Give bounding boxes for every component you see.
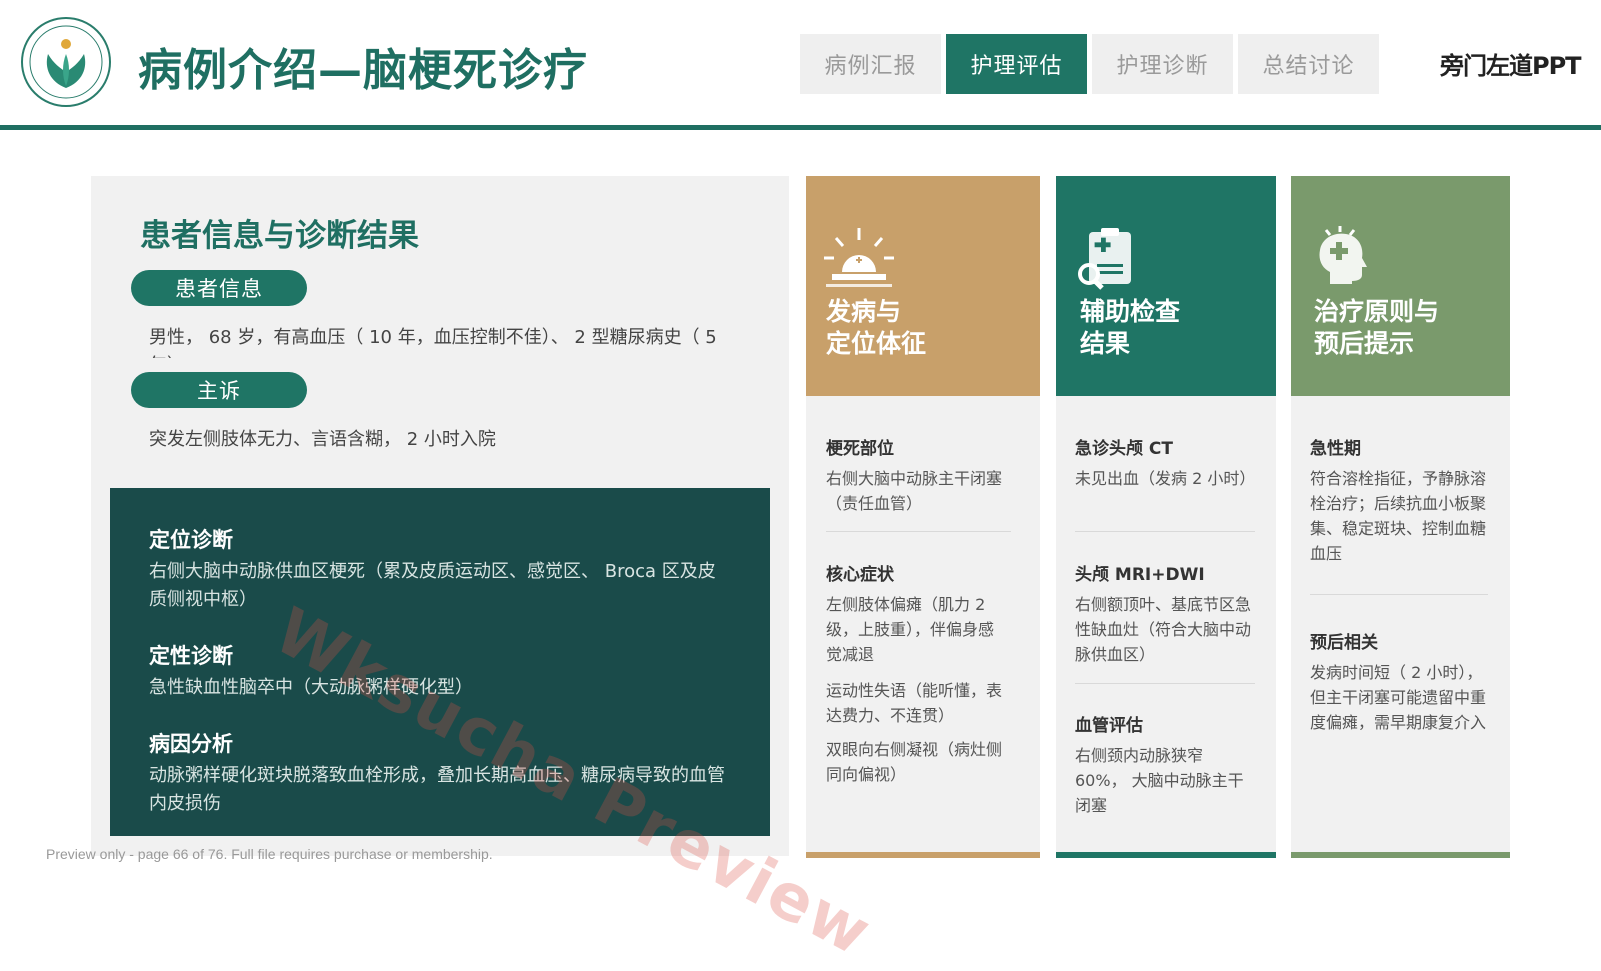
brain-head-icon bbox=[1310, 224, 1374, 292]
aux-exam-title-line2: 结果 bbox=[1080, 329, 1131, 358]
emergency-ct-heading: 急诊头颅 CT bbox=[1075, 439, 1173, 459]
vascular-assessment-text: 右侧颈内动脉狭窄 60%， 大脑中动脉主干闭塞 bbox=[1075, 746, 1244, 815]
treatment-card-body bbox=[1291, 396, 1510, 852]
nav-tabs: 病例汇报 护理评估 护理诊断 总结讨论 bbox=[800, 34, 1379, 94]
divider bbox=[1075, 531, 1255, 532]
chief-complaint-text: 突发左侧肢体无力、言语含糊， 2 小时入院 bbox=[149, 429, 496, 450]
prognosis-text: 发病时间短（ 2 小时）， 但主干闭塞可能遗留中重度偏瘫，需早期康复介入 bbox=[1310, 663, 1487, 732]
treatment-title: 治疗原则与 预后提示 bbox=[1314, 296, 1439, 360]
localization-diagnosis-text: 右侧大脑中动脉供血区梗死（累及皮质运动区、感觉区、 Broca 区及皮质侧视中枢… bbox=[149, 561, 716, 610]
aux-exam-title: 辅助检查 结果 bbox=[1080, 296, 1180, 360]
core-symptoms-heading: 核心症状 bbox=[826, 565, 894, 585]
acute-phase-heading: 急性期 bbox=[1310, 439, 1361, 459]
core-symptom-1: 左侧肢体偏瘫（肌力 2 级，上肢重），伴偏身感觉减退 bbox=[826, 595, 995, 664]
chief-complaint-label: 主诉 bbox=[131, 372, 307, 408]
divider bbox=[1075, 683, 1255, 684]
patient-info-text: 男性， 68 岁，有高血压（ 10 年，血压控制不佳）、 2 型糖尿病史（ 5 … bbox=[149, 327, 717, 358]
acute-phase-text: 符合溶栓指征，予静脉溶栓治疗；后续抗血小板聚集、稳定斑块、控制血糖血压 bbox=[1310, 469, 1487, 563]
onset-signs-title: 发病与 定位体征 bbox=[826, 296, 926, 360]
onset-signs-title-line2: 定位体征 bbox=[826, 329, 927, 358]
mri-dwi-text: 右侧额顶叶、基底节区急性缺血灶（符合大脑中动脉供血区） bbox=[1075, 595, 1252, 664]
etiology-heading: 病因分析 bbox=[149, 732, 233, 756]
divider bbox=[826, 531, 1011, 532]
infarct-site-text: 右侧大脑中动脉主干闭塞（责任血管） bbox=[826, 469, 1003, 513]
aux-exam-title-line1: 辅助检查 bbox=[1080, 297, 1181, 326]
core-symptom-2: 运动性失语（能听懂，表达费力、不连贯） bbox=[826, 681, 1003, 725]
treatment-title-line2: 预后提示 bbox=[1314, 329, 1415, 358]
localization-diagnosis-heading: 定位诊断 bbox=[149, 528, 233, 552]
onset-signs-title-line1: 发病与 bbox=[826, 297, 902, 326]
alarm-light-icon bbox=[822, 226, 896, 294]
treatment-title-line1: 治疗原则与 bbox=[1314, 297, 1440, 326]
preview-footer: Preview only - page 66 of 76. Full file … bbox=[46, 846, 493, 862]
onset-signs-card-bar bbox=[806, 852, 1040, 858]
panel-title: 患者信息与诊断结果 bbox=[140, 218, 419, 254]
aux-exam-card-bar bbox=[1056, 852, 1276, 858]
core-symptom-3: 双眼向右侧凝视（病灶侧同向偏视） bbox=[826, 740, 1003, 784]
hospital-logo bbox=[20, 16, 112, 108]
brand-wordmark: 旁门左道PPT bbox=[1440, 52, 1582, 80]
patient-info-label: 患者信息 bbox=[131, 270, 307, 306]
page-title: 病例介绍—脑梗死诊疗 bbox=[138, 45, 588, 96]
emergency-ct-text: 未见出血（发病 2 小时） bbox=[1075, 469, 1256, 488]
tab-nursing-assessment[interactable]: 护理评估 bbox=[946, 34, 1087, 94]
tab-summary-discussion[interactable]: 总结讨论 bbox=[1238, 34, 1379, 94]
mri-dwi-heading: 头颅 MRI+DWI bbox=[1075, 565, 1205, 585]
qualitative-diagnosis-heading: 定性诊断 bbox=[149, 644, 233, 668]
divider bbox=[1310, 594, 1488, 595]
header-divider bbox=[0, 125, 1601, 130]
vascular-assessment-heading: 血管评估 bbox=[1075, 716, 1143, 736]
prognosis-heading: 预后相关 bbox=[1310, 633, 1378, 653]
treatment-card-bar bbox=[1291, 852, 1510, 858]
tab-case-report[interactable]: 病例汇报 bbox=[800, 34, 941, 94]
tab-nursing-diagnosis[interactable]: 护理诊断 bbox=[1092, 34, 1233, 94]
medical-clipboard-icon bbox=[1075, 226, 1139, 296]
infarct-site-heading: 梗死部位 bbox=[826, 439, 894, 459]
